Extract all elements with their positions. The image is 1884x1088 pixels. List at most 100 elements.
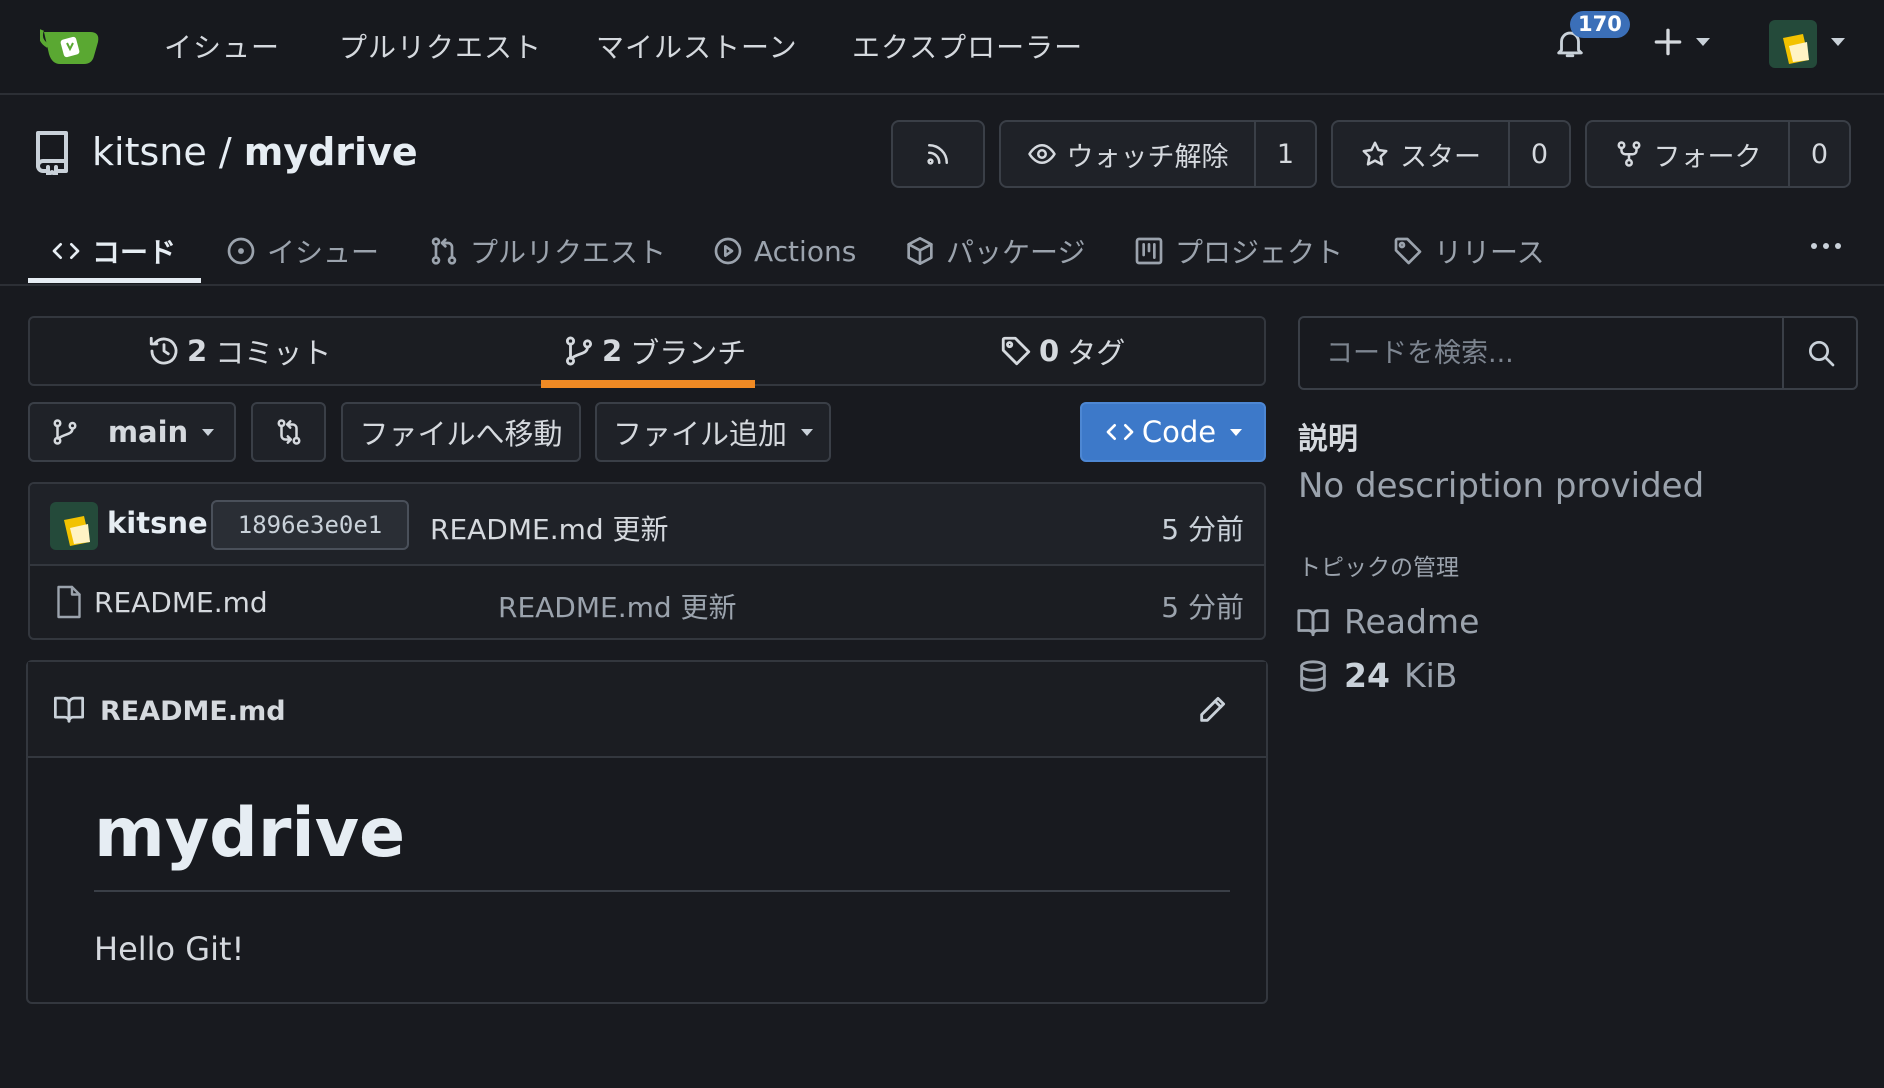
star-button[interactable]: スター bbox=[1333, 122, 1508, 186]
file-name-link[interactable]: README.md bbox=[94, 586, 268, 619]
eye-icon bbox=[1027, 144, 1056, 164]
file-row[interactable]: README.md README.md 更新 5 分前 bbox=[30, 568, 1264, 638]
topnav-explore-link[interactable]: エクスプローラー bbox=[852, 26, 1083, 66]
tab-releases[interactable]: リリース bbox=[1392, 220, 1545, 282]
book-icon bbox=[52, 694, 86, 724]
notification-count-badge: 170 bbox=[1570, 11, 1630, 38]
search-button[interactable] bbox=[1782, 318, 1858, 388]
commits-link[interactable]: 2 コミット bbox=[147, 318, 331, 384]
tab-label: パッケージ bbox=[946, 236, 1086, 269]
database-icon bbox=[1300, 659, 1326, 692]
book-icon bbox=[1297, 608, 1329, 636]
tab-projects[interactable]: プロジェクト bbox=[1133, 220, 1343, 282]
issue-icon bbox=[227, 237, 255, 265]
commit-time: 5 分前 bbox=[1161, 513, 1244, 546]
repo-title: kitsne / mydrive bbox=[92, 130, 418, 174]
topnav-pulls-link[interactable]: プルリクエスト bbox=[339, 26, 542, 66]
pencil-icon[interactable] bbox=[1196, 692, 1230, 726]
unwatch-label: ウォッチ解除 bbox=[1066, 141, 1229, 173]
compare-button[interactable] bbox=[251, 402, 326, 462]
watch-button-group: ウォッチ解除 1 bbox=[999, 120, 1317, 188]
top-navbar: イシュー プルリクエスト マイルストーン エクスプローラー 170 bbox=[0, 0, 1884, 95]
forks-count[interactable]: 0 bbox=[1788, 122, 1849, 186]
tab-actions[interactable]: Actions bbox=[712, 220, 856, 282]
sidebar-readme-link[interactable]: Readme bbox=[1296, 602, 1479, 641]
repo-stats-bar: 2 コミット 2 ブランチ 0 タグ bbox=[28, 316, 1266, 388]
tag-icon bbox=[1001, 336, 1031, 366]
chevron-down-icon bbox=[202, 428, 215, 436]
latest-commit-row: kitsne 1896e3e0e1 README.md 更新 5 分前 bbox=[30, 484, 1264, 566]
tab-packages[interactable]: パッケージ bbox=[904, 220, 1085, 282]
fork-button[interactable]: フォーク bbox=[1587, 122, 1788, 186]
plus-icon[interactable] bbox=[1648, 22, 1688, 62]
gitea-logo-icon[interactable] bbox=[40, 24, 104, 68]
branches-label: ブランチ bbox=[630, 336, 747, 370]
repo-size-unit: KiB bbox=[1403, 656, 1458, 695]
topnav-issues-link[interactable]: イシュー bbox=[164, 26, 280, 66]
more-options-icon[interactable] bbox=[1806, 236, 1846, 256]
stars-count[interactable]: 0 bbox=[1508, 122, 1569, 186]
commit-sha-button[interactable]: 1896e3e0e1 bbox=[211, 500, 409, 550]
play-icon bbox=[714, 237, 742, 265]
tab-label: コード bbox=[92, 236, 177, 269]
repo-title-separator: / bbox=[218, 130, 232, 174]
rss-button[interactable] bbox=[891, 120, 985, 188]
tags-link[interactable]: 0 タグ bbox=[999, 318, 1125, 384]
chevron-down-icon[interactable] bbox=[1831, 38, 1845, 46]
code-icon bbox=[52, 243, 80, 259]
tags-count: 0 bbox=[1039, 334, 1060, 368]
commits-label: コミット bbox=[215, 336, 332, 370]
goto-file-button[interactable]: ファイルへ移動 bbox=[341, 402, 581, 462]
author-avatar[interactable] bbox=[50, 502, 98, 550]
repo-size-value: 24 bbox=[1344, 656, 1390, 695]
branch-selector[interactable]: main bbox=[28, 402, 236, 462]
commit-author-link[interactable]: kitsne bbox=[107, 506, 208, 540]
add-file-label: ファイル追加 bbox=[612, 417, 787, 451]
tab-label: リリース bbox=[1434, 236, 1545, 269]
file-commit-message-link[interactable]: README.md 更新 bbox=[498, 586, 737, 626]
tag-icon bbox=[1394, 237, 1422, 265]
search-icon bbox=[1809, 341, 1835, 367]
repo-tabs: コード イシュー プルリクエスト Actions パッケージ プロジェクト リリ… bbox=[0, 214, 1884, 286]
package-icon bbox=[907, 237, 933, 265]
readme-heading: mydrive bbox=[94, 794, 406, 873]
readme-link-label: Readme bbox=[1344, 602, 1480, 641]
user-avatar[interactable] bbox=[1769, 20, 1817, 68]
file-commit-time: 5 分前 bbox=[1161, 591, 1244, 624]
commits-count: 2 bbox=[187, 334, 208, 368]
repo-name-link[interactable]: mydrive bbox=[244, 130, 418, 174]
repo-icon bbox=[32, 127, 72, 175]
repo-description: No description provided bbox=[1298, 466, 1705, 506]
tab-label: Actions bbox=[754, 234, 857, 268]
tab-label: イシュー bbox=[267, 236, 380, 269]
history-icon bbox=[149, 336, 178, 365]
readme-divider bbox=[94, 890, 1230, 892]
repo-size: 24 KiB bbox=[1296, 656, 1457, 695]
fork-label: フォーク bbox=[1653, 141, 1762, 173]
about-title: 説明 bbox=[1298, 422, 1358, 457]
branches-count: 2 bbox=[602, 334, 623, 368]
code-clone-button[interactable]: Code bbox=[1080, 402, 1266, 462]
branches-link[interactable]: 2 ブランチ bbox=[562, 318, 746, 384]
project-icon bbox=[1135, 237, 1163, 265]
watchers-count[interactable]: 1 bbox=[1254, 122, 1315, 186]
code-search-input[interactable] bbox=[1300, 318, 1782, 388]
tab-label: プロジェクト bbox=[1175, 236, 1344, 269]
tab-code[interactable]: コード bbox=[50, 220, 176, 282]
tab-issues[interactable]: イシュー bbox=[225, 220, 379, 282]
repo-owner-link[interactable]: kitsne bbox=[92, 130, 207, 174]
tab-label: プルリクエスト bbox=[470, 236, 667, 269]
commit-message-link[interactable]: README.md 更新 bbox=[430, 508, 669, 548]
branch-name: main bbox=[107, 415, 189, 449]
file-icon bbox=[54, 584, 84, 620]
star-button-group: スター 0 bbox=[1331, 120, 1571, 188]
unwatch-button[interactable]: ウォッチ解除 bbox=[1001, 122, 1254, 186]
tab-pull-requests[interactable]: プルリクエスト bbox=[428, 220, 666, 282]
topnav-milestones-link[interactable]: マイルストーン bbox=[596, 26, 798, 66]
branch-icon bbox=[565, 336, 593, 366]
fork-icon bbox=[1616, 141, 1641, 167]
manage-topics-link[interactable]: トピックの管理 bbox=[1298, 548, 1459, 582]
chevron-down-icon[interactable] bbox=[1696, 38, 1710, 46]
code-search bbox=[1298, 316, 1858, 390]
add-file-button[interactable]: ファイル追加 bbox=[595, 402, 831, 462]
